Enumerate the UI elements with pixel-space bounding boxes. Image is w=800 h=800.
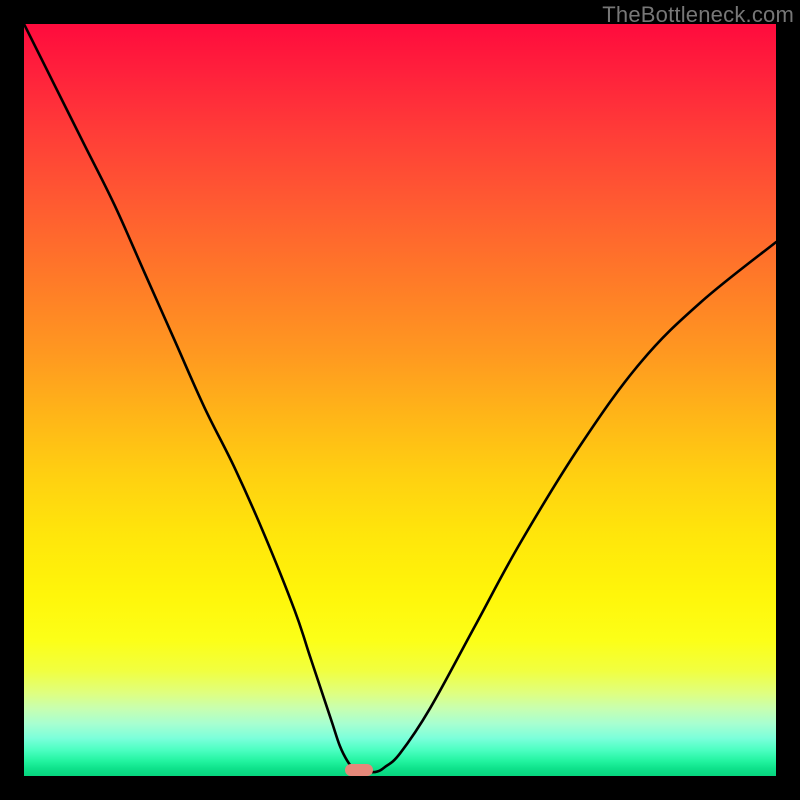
minimum-marker xyxy=(345,764,373,776)
watermark-label: TheBottleneck.com xyxy=(602,2,794,28)
chart-frame: TheBottleneck.com xyxy=(0,0,800,800)
plot-area xyxy=(24,24,776,776)
bottleneck-curve xyxy=(24,24,776,776)
